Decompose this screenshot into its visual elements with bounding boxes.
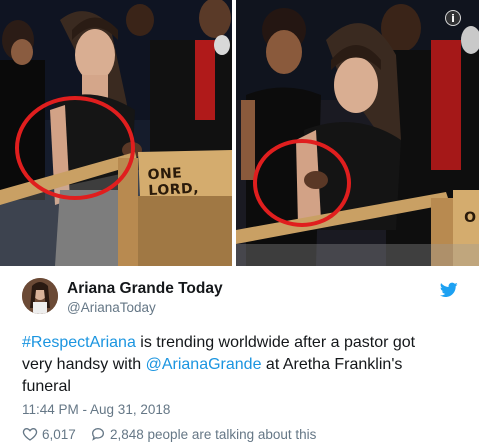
embedded-tweet-card: ONE LORD, O i Ariana Grande Today @Arian…: [0, 0, 479, 444]
heart-icon: [22, 427, 38, 441]
like-button[interactable]: 6,017: [22, 426, 76, 442]
tweet-actions: 6,017 2,848 people are talking about thi…: [22, 426, 462, 444]
photo-left[interactable]: ONE LORD,: [0, 0, 232, 266]
tweet-text: #RespectAriana is trending worldwide aft…: [22, 332, 442, 398]
avatar[interactable]: [22, 278, 58, 314]
twitter-bird-icon[interactable]: [440, 282, 458, 298]
author-name[interactable]: Ariana Grande Today: [67, 280, 223, 298]
info-icon[interactable]: i: [445, 10, 461, 26]
avatar-image: [22, 278, 58, 314]
photo-left-image: [0, 0, 232, 266]
mention-link[interactable]: @ArianaGrande: [146, 356, 262, 373]
hashtag-link[interactable]: #RespectAriana: [22, 334, 136, 351]
author-handle[interactable]: @ArianaToday: [67, 300, 156, 315]
tweet-author: Ariana Grande Today @ArianaToday: [22, 278, 462, 320]
photo-right-image: [236, 0, 479, 266]
photo-right[interactable]: O: [236, 0, 479, 266]
talking-count: 2,848 people are talking about this: [110, 426, 317, 442]
reply-bubble-icon: [91, 427, 105, 441]
sign-text-left: ONE LORD,: [147, 165, 200, 200]
reply-button[interactable]: 2,848 people are talking about this: [90, 426, 316, 442]
tweet-media[interactable]: ONE LORD, O i: [0, 0, 479, 266]
sign-text-right: O: [464, 210, 476, 226]
tweet-timestamp[interactable]: 11:44 PM - Aug 31, 2018: [22, 402, 170, 417]
like-count: 6,017: [42, 426, 76, 442]
